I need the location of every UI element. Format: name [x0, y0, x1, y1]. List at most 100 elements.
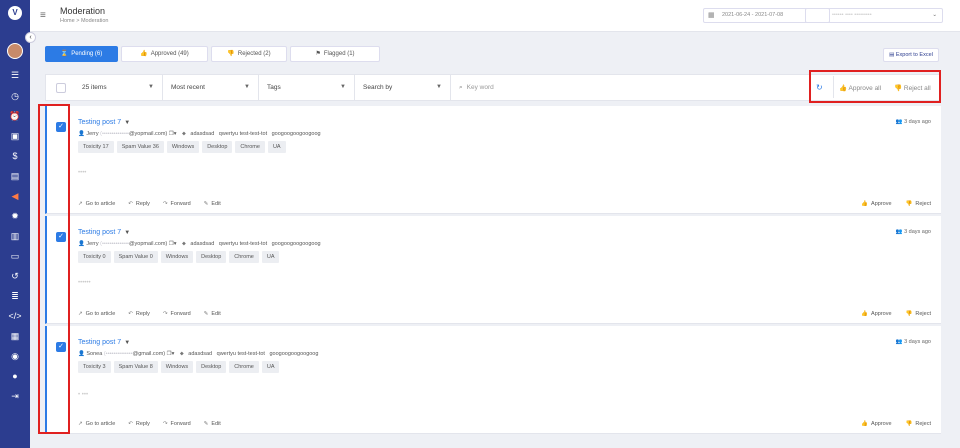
chart-icon[interactable]: ▥: [0, 228, 30, 244]
post-title[interactable]: Testing post 7 ▼: [78, 229, 130, 236]
post-email-domain: @gmail.com): [132, 351, 166, 357]
copy-icon[interactable]: ❐▾: [167, 351, 175, 357]
post-tag[interactable]: qwertyu test-test-tot: [219, 131, 267, 137]
browser-chip: Chrome: [229, 251, 259, 263]
reject-button[interactable]: 👎 Reject: [906, 311, 931, 317]
card-icon[interactable]: ▭: [0, 248, 30, 264]
collapse-sidebar-button[interactable]: ‹: [25, 32, 36, 43]
approve-all-button[interactable]: 👍 Approve all: [839, 84, 881, 92]
logout-icon[interactable]: ⇥: [0, 388, 30, 404]
history-icon[interactable]: ↺: [0, 268, 30, 284]
spam-chip: Spam Value 0: [113, 251, 158, 263]
caret-down-icon[interactable]: ▼: [124, 120, 130, 126]
ad-icon[interactable]: ▤: [0, 168, 30, 184]
hamburger-menu-icon[interactable]: ≡: [40, 10, 46, 21]
post-card: ✓ Testing post 7 ▼ 👤 Sonea (•••••••••••••…: [45, 326, 941, 434]
post-author: Sonea: [86, 351, 103, 357]
avatar[interactable]: [7, 43, 23, 59]
post-tag[interactable]: googoogoogoogoog: [269, 351, 318, 357]
gear-icon[interactable]: ✹: [0, 208, 30, 224]
tab-rejected[interactable]: 👎 Rejected (2): [211, 46, 287, 62]
forward-button[interactable]: ↷ Forward: [163, 201, 191, 207]
support-icon[interactable]: ◉: [0, 348, 30, 364]
edit-button[interactable]: ✎ Edit: [204, 201, 221, 207]
forward-icon: ↷: [162, 311, 168, 317]
post-tag[interactable]: qwertyu test-test-tot: [219, 241, 267, 247]
list-icon[interactable]: ☰: [0, 67, 30, 83]
edit-icon: ✎: [203, 421, 209, 427]
clock-icon[interactable]: ◷: [0, 88, 30, 104]
approve-button[interactable]: 👍 Approve: [861, 201, 891, 207]
code-icon[interactable]: </>: [0, 308, 30, 324]
copy-icon[interactable]: ❐▾: [169, 241, 177, 247]
country-chip: UA: [261, 251, 280, 263]
hourglass-icon: ⌛: [60, 51, 69, 57]
items-per-page-select[interactable]: 25 items ▼: [46, 75, 162, 100]
go-to-article-link[interactable]: ↗ Go to article: [78, 201, 115, 207]
user-group-icon: 👥: [895, 119, 905, 125]
chat-icon[interactable]: ●: [0, 368, 30, 384]
sort-select[interactable]: Most recent ▼: [162, 75, 258, 100]
reject-all-button[interactable]: 👎 Reject all: [894, 84, 931, 92]
user-icon: 👤: [78, 241, 85, 247]
reply-button[interactable]: ↶ Reply: [128, 421, 150, 427]
refresh-icon[interactable]: ↻: [816, 83, 823, 92]
edit-button[interactable]: ✎ Edit: [204, 421, 221, 427]
post-tag[interactable]: googoogoogoogoog: [272, 131, 321, 137]
post-tag[interactable]: adasdsad: [190, 241, 214, 247]
go-to-article-link[interactable]: ↗ Go to article: [78, 421, 115, 427]
building-icon[interactable]: ▦: [0, 328, 30, 344]
reply-button[interactable]: ↶ Reply: [128, 201, 150, 207]
alarm-icon[interactable]: ⏰: [0, 108, 30, 124]
edit-button[interactable]: ✎ Edit: [204, 311, 221, 317]
post-tag[interactable]: adasdsad: [188, 351, 212, 357]
export-excel-button[interactable]: ▤ Export to Excel: [883, 48, 939, 62]
post-author: Jerry: [86, 131, 99, 137]
post-title[interactable]: Testing post 7 ▼: [78, 339, 130, 346]
approve-button[interactable]: 👍 Approve: [861, 421, 891, 427]
post-card: ✓ Testing post 7 ▼ 👤 Jerry (•••••••••••••…: [45, 216, 941, 324]
caret-down-icon[interactable]: ▼: [124, 230, 130, 236]
account-select[interactable]: •••••• •••• ••••••••• ⌄: [805, 8, 943, 23]
keyword-search-input[interactable]: ⌕ Key word: [450, 75, 810, 100]
chevron-down-icon: ▼: [436, 84, 442, 90]
post-body: • •••: [78, 392, 89, 398]
tag-icon: ⬥: [182, 131, 186, 137]
toxicity-chip: Toxicity 3: [78, 361, 111, 373]
book-icon[interactable]: ▣: [0, 128, 30, 144]
post-tag[interactable]: googoogoogoogoog: [272, 241, 321, 247]
rows-icon[interactable]: ≣: [0, 288, 30, 304]
tab-approved[interactable]: 👍 Approved (49): [121, 46, 208, 62]
sidebar: V ☰ ◷ ⏰ ▣ $ ▤ ◀ ✹ ▥ ▭ ↺ ≣ </> ▦ ◉ ● ⇥: [0, 0, 30, 448]
approve-button[interactable]: 👍 Approve: [861, 311, 891, 317]
select-all-checkbox[interactable]: [56, 83, 66, 93]
reject-button[interactable]: 👎 Reject: [906, 201, 931, 207]
go-to-article-link[interactable]: ↗ Go to article: [78, 311, 115, 317]
forward-button[interactable]: ↷ Forward: [163, 311, 191, 317]
browser-chip: Chrome: [229, 361, 259, 373]
search-by-select[interactable]: Search by ▼: [354, 75, 450, 100]
tags-select[interactable]: Tags ▼: [258, 75, 354, 100]
thumbs-up-icon: 👍: [861, 311, 869, 317]
post-time: 👥 3 days ago: [895, 339, 931, 345]
reject-button[interactable]: 👎 Reject: [906, 421, 931, 427]
dollar-icon[interactable]: $: [0, 148, 30, 164]
thumbs-down-icon: 👎: [894, 85, 904, 92]
caret-down-icon[interactable]: ▼: [124, 340, 130, 346]
post-tag[interactable]: adasdsad: [190, 131, 214, 137]
tab-flagged[interactable]: ⚑ Flagged (1): [290, 46, 380, 62]
copy-icon[interactable]: ❐▾: [169, 131, 177, 137]
moderation-actions: 👍 Approve 👎 Reject: [847, 421, 931, 427]
post-tag[interactable]: qwertyu test-test-tot: [217, 351, 265, 357]
forward-icon: ↷: [162, 201, 168, 207]
calendar-icon: ▦: [708, 12, 715, 19]
os-chip: Windows: [160, 361, 194, 373]
reply-button[interactable]: ↶ Reply: [128, 311, 150, 317]
post-title[interactable]: Testing post 7 ▼: [78, 119, 130, 126]
tab-pending[interactable]: ⌛ Pending (6): [45, 46, 118, 62]
external-link-icon: ↗: [78, 311, 83, 317]
forward-button[interactable]: ↷ Forward: [163, 421, 191, 427]
user-icon: 👤: [78, 131, 85, 137]
megaphone-icon[interactable]: ◀: [0, 188, 30, 204]
thumbs-up-icon: 👍: [861, 421, 869, 427]
